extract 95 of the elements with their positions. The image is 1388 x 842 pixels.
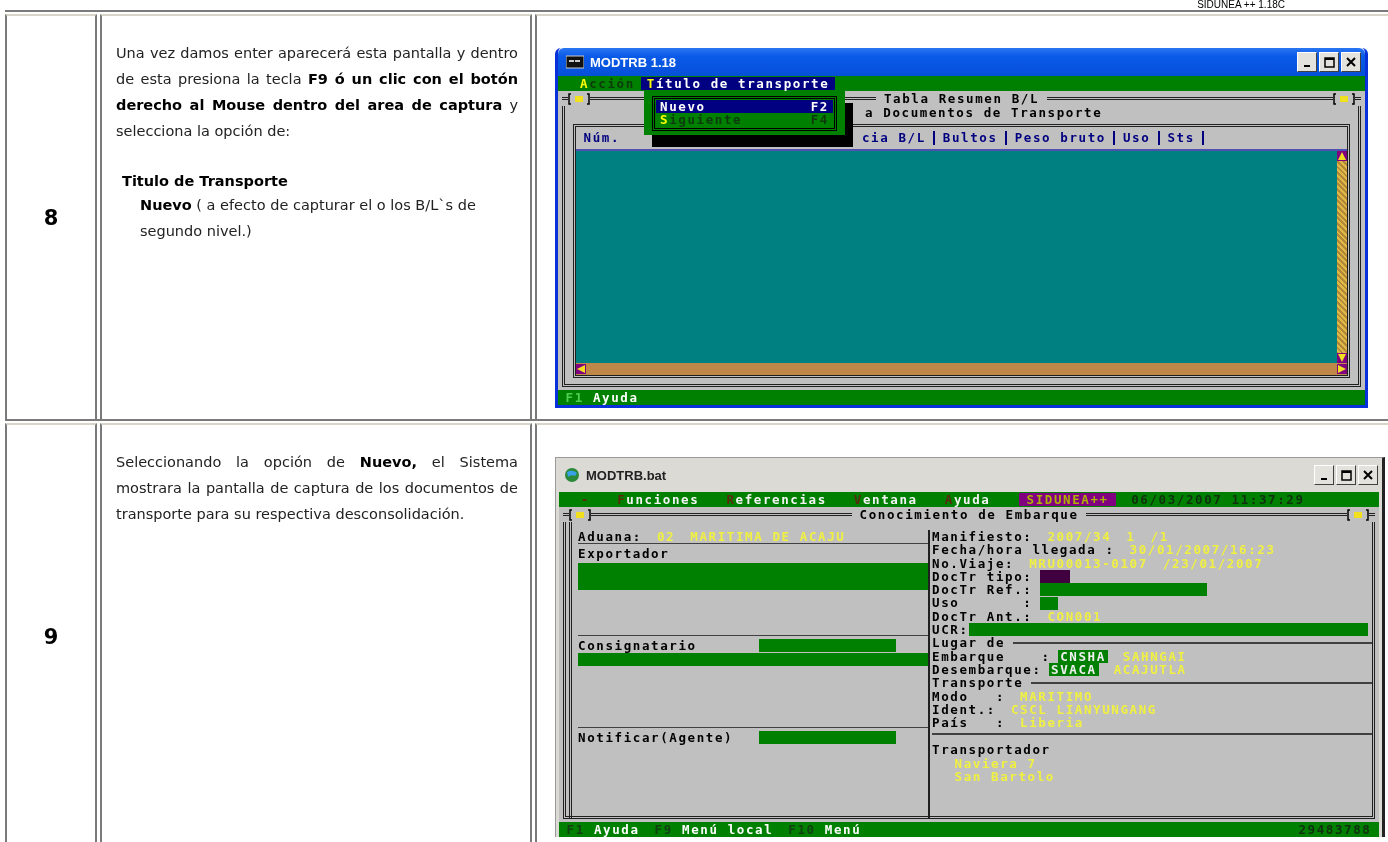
frame-title: Conocimiento de Embarque bbox=[858, 507, 1080, 522]
key-hint[interactable]: F9 Menú local bbox=[654, 822, 774, 837]
field-value: CON001 bbox=[1047, 609, 1103, 624]
menu-item[interactable]: Ayuda bbox=[938, 492, 997, 507]
field-label: Modo : bbox=[932, 689, 1005, 703]
field-label: DocTr Ref.: bbox=[932, 583, 1033, 597]
maximize-icon bbox=[1323, 56, 1335, 68]
menu-option[interactable]: Nuevo F2 bbox=[656, 100, 833, 114]
close-icon bbox=[1346, 57, 1356, 67]
maximize-icon bbox=[1340, 469, 1352, 481]
field-label: Fecha/hora llegada : bbox=[932, 543, 1115, 557]
menu-item[interactable]: Funciones bbox=[611, 492, 706, 507]
field-value: 1 bbox=[1126, 530, 1136, 544]
column-header: Sts bbox=[1159, 131, 1205, 145]
step-number: 9 bbox=[43, 625, 59, 649]
console-icon bbox=[566, 55, 584, 69]
close-icon bbox=[1363, 470, 1373, 480]
column-header: Núm. bbox=[582, 131, 622, 145]
field-value: MRU00013-0107 bbox=[1029, 556, 1148, 570]
code-value: CNSHA bbox=[1058, 649, 1108, 663]
field-value: San Bartolo bbox=[953, 770, 1056, 784]
scroll-left-icon[interactable] bbox=[576, 364, 586, 374]
field-label: Desembarque: bbox=[932, 662, 1042, 677]
input-field[interactable] bbox=[1039, 583, 1207, 597]
input-field[interactable] bbox=[759, 639, 896, 653]
scroll-up-icon[interactable] bbox=[1337, 151, 1347, 161]
menu-item[interactable]: Referencias bbox=[720, 492, 833, 507]
field-value: 02 bbox=[656, 530, 676, 544]
option-heading: Titulo de Transporte bbox=[122, 172, 289, 191]
section-label: Lugar de bbox=[932, 636, 1005, 650]
column-header: Uso bbox=[1115, 131, 1160, 145]
section-label: Notificar(Agente) bbox=[578, 731, 734, 745]
field-value: 2007/34 bbox=[1047, 530, 1112, 544]
input-field[interactable] bbox=[578, 652, 928, 666]
field-value: CSCL LIANYUNGANG bbox=[1010, 702, 1157, 717]
globe-icon bbox=[564, 467, 580, 483]
field-label: Uso : bbox=[932, 596, 1033, 610]
column-header: Bultos bbox=[935, 131, 1008, 145]
close-button[interactable] bbox=[1341, 52, 1361, 72]
field-value: /23/01/2007 bbox=[1162, 556, 1264, 570]
section-label: Transporte bbox=[932, 676, 1024, 690]
field-label: Embarque : bbox=[932, 649, 1051, 663]
horizontal-scrollbar[interactable] bbox=[576, 363, 1347, 375]
menu-item[interactable]: Ventana bbox=[847, 492, 924, 507]
menu-item[interactable]: Acción bbox=[574, 76, 641, 91]
vertical-scrollbar[interactable] bbox=[1337, 151, 1347, 363]
key-hint[interactable]: F10 Menú bbox=[788, 822, 862, 837]
menu-option[interactable]: Siguiente F4 bbox=[656, 113, 833, 127]
record-counter: 29483788 bbox=[1298, 822, 1372, 837]
window-title: MODTRB 1.18 bbox=[590, 54, 677, 70]
field-value: ACAJUTLA bbox=[1113, 662, 1187, 677]
field-label: UCR: bbox=[932, 623, 969, 637]
column-header: Peso bruto bbox=[1007, 131, 1116, 145]
minimize-icon bbox=[1304, 65, 1310, 67]
minimize-button[interactable] bbox=[1297, 52, 1317, 72]
field-label: País : bbox=[932, 716, 1005, 730]
field-value: /1 bbox=[1150, 530, 1169, 544]
field-label: Manifiesto: bbox=[932, 530, 1033, 544]
system-badge: SIDUNEA++ bbox=[1019, 492, 1117, 507]
key-hint[interactable]: F1 Ayuda bbox=[566, 822, 640, 837]
section-label: Transportador bbox=[932, 742, 1051, 758]
column-header: cia B/L bbox=[854, 131, 936, 145]
menu-item[interactable]: Título de transporte bbox=[640, 76, 836, 91]
minimize-icon bbox=[1321, 478, 1327, 480]
date-time: 06/03/2007 11:37:29 bbox=[1130, 492, 1306, 507]
page-header: SIDUNEA ++ 1.18C bbox=[1197, 0, 1285, 10]
instruction-text: Seleccionando la opción de Nuevo, el Sistema mostrara la pantalla de captura de los documentos de transporte para su respectiva desconsolidación. bbox=[116, 453, 518, 524]
input-field[interactable] bbox=[578, 562, 928, 590]
input-field[interactable] bbox=[1039, 570, 1070, 584]
scroll-right-icon[interactable] bbox=[1337, 364, 1347, 374]
field-value: SAHNGAI bbox=[1122, 649, 1187, 663]
instruction-text: Una vez damos enter aparecerá esta pantalla y dentro de esta presiona la tecla F9 ó un clic con el botón derecho al Mouse dentro del area de captura y selecciona la opción de: bbox=[116, 44, 518, 141]
field-value: Liberia bbox=[1020, 716, 1084, 730]
section-label: Consignatario bbox=[578, 639, 697, 653]
maximize-button[interactable] bbox=[1319, 52, 1339, 72]
field-label: Ident.: bbox=[932, 702, 996, 717]
field-label: Aduana: bbox=[578, 530, 642, 544]
input-field[interactable] bbox=[968, 623, 1368, 637]
key-hint[interactable]: F1 Ayuda bbox=[565, 390, 639, 405]
step-number: 8 bbox=[43, 205, 59, 230]
frame-subtitle: a Documentos de Transporte bbox=[865, 105, 1103, 120]
input-field[interactable] bbox=[1039, 596, 1058, 610]
field-value: 30/01/2007/16:23 bbox=[1129, 543, 1276, 557]
frame-title: Tabla Resumen B/L bbox=[882, 91, 1041, 106]
section-label: Exportador bbox=[578, 547, 670, 561]
option-detail: Nuevo ( a efecto de capturar el o los B/L`s de segundo nivel.) bbox=[140, 196, 477, 241]
field-label: No.Viaje: bbox=[932, 556, 1015, 570]
scroll-down-icon[interactable] bbox=[1337, 353, 1347, 363]
field-value: MARITIMO bbox=[1020, 689, 1094, 703]
field-value: MARITIMA DE ACAJU bbox=[690, 530, 846, 544]
frame-control-icon[interactable] bbox=[1333, 92, 1355, 105]
input-field[interactable] bbox=[759, 731, 896, 745]
window-title: MODTRB.bat bbox=[586, 467, 668, 483]
frame-control-icon[interactable] bbox=[568, 92, 590, 105]
field-label: DocTr Ant.: bbox=[932, 609, 1033, 624]
